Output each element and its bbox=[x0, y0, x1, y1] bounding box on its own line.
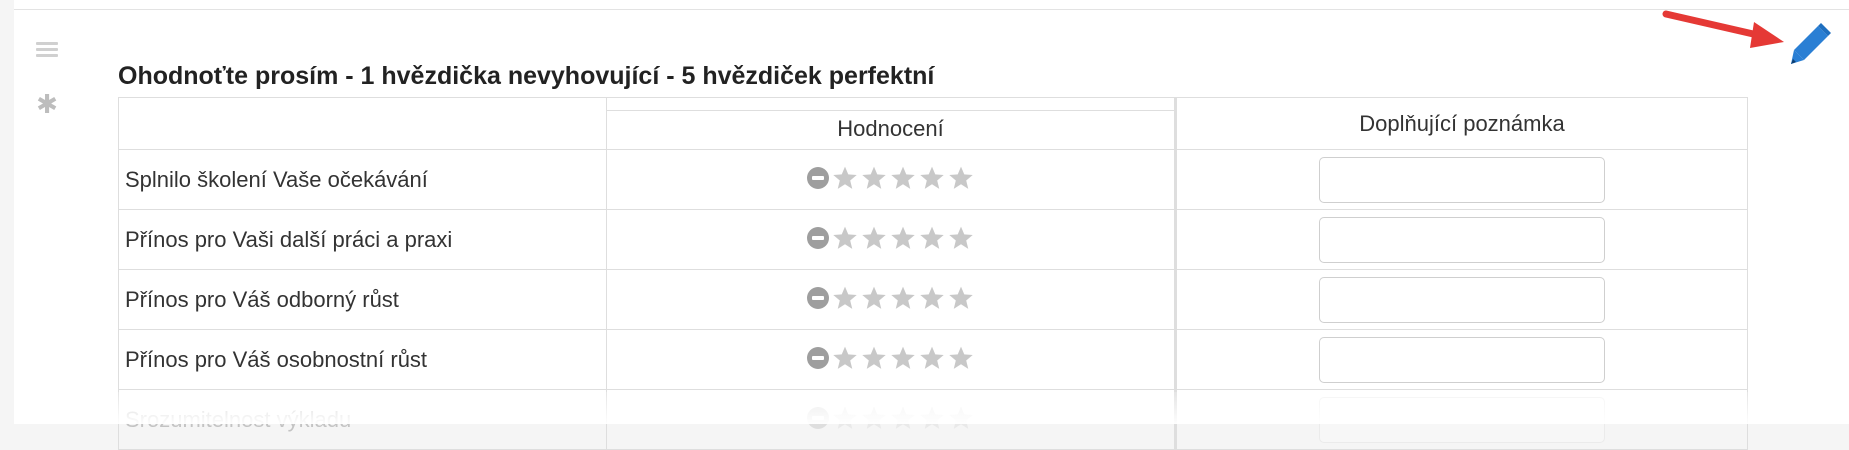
red-arrow-icon bbox=[1662, 10, 1784, 48]
table-row: Přínos pro Váš odborný růst bbox=[118, 269, 1748, 330]
note-cell bbox=[1175, 209, 1748, 270]
table-row: Přínos pro Vaši další práci a praxi bbox=[118, 209, 1748, 270]
table-row: Splnilo školení Vaše očekávání bbox=[118, 149, 1748, 210]
table-header-row: Hodnocení Doplňující poznámka bbox=[118, 97, 1748, 150]
minus-circle-icon[interactable] bbox=[807, 347, 829, 369]
star-icon[interactable] bbox=[919, 165, 945, 191]
minus-circle-icon[interactable] bbox=[807, 227, 829, 249]
drag-handle-icon[interactable] bbox=[36, 42, 58, 58]
rating-cell bbox=[606, 389, 1177, 450]
header-rating: Hodnocení bbox=[837, 116, 944, 141]
header-rating-cell: Hodnocení bbox=[606, 97, 1177, 150]
star-icon[interactable] bbox=[948, 405, 974, 431]
star-icon[interactable] bbox=[832, 345, 858, 371]
star-icon[interactable] bbox=[948, 345, 974, 371]
note-cell bbox=[1175, 269, 1748, 330]
row-label: Přínos pro Váš osobnostní růst bbox=[118, 329, 607, 390]
star-icon[interactable] bbox=[861, 225, 887, 251]
note-input[interactable] bbox=[1319, 276, 1605, 323]
row-label: Splnilo školení Vaše očekávání bbox=[118, 149, 607, 210]
rating-cell bbox=[606, 149, 1177, 210]
star-icon[interactable] bbox=[890, 285, 916, 311]
note-cell bbox=[1175, 329, 1748, 390]
note-input[interactable] bbox=[1319, 336, 1605, 383]
star-icon[interactable] bbox=[948, 285, 974, 311]
note-cell bbox=[1175, 149, 1748, 210]
star-rating[interactable] bbox=[807, 225, 974, 251]
star-icon[interactable] bbox=[861, 345, 887, 371]
star-icon[interactable] bbox=[890, 345, 916, 371]
minus-circle-icon[interactable] bbox=[807, 287, 829, 309]
asterisk-icon: ✱ bbox=[36, 90, 58, 120]
star-icon[interactable] bbox=[890, 225, 916, 251]
star-icon[interactable] bbox=[861, 285, 887, 311]
star-icon[interactable] bbox=[861, 165, 887, 191]
pencil-icon[interactable] bbox=[1788, 22, 1832, 66]
star-icon[interactable] bbox=[919, 405, 945, 431]
header-note: Doplňující poznámka bbox=[1175, 97, 1748, 150]
star-rating[interactable] bbox=[807, 165, 974, 191]
star-icon[interactable] bbox=[919, 345, 945, 371]
row-label: Přínos pro Vaši další práci a praxi bbox=[118, 209, 607, 270]
star-icon[interactable] bbox=[832, 405, 858, 431]
star-rating[interactable] bbox=[807, 285, 974, 311]
star-rating[interactable] bbox=[807, 345, 974, 371]
star-icon[interactable] bbox=[832, 285, 858, 311]
note-input[interactable] bbox=[1319, 216, 1605, 263]
star-icon[interactable] bbox=[832, 225, 858, 251]
star-icon[interactable] bbox=[890, 165, 916, 191]
rating-cell bbox=[606, 209, 1177, 270]
note-input[interactable] bbox=[1319, 156, 1605, 203]
rating-cell bbox=[606, 329, 1177, 390]
star-icon[interactable] bbox=[919, 285, 945, 311]
question-panel: ✱ Ohodnoťte prosím - 1 hvězdička nevyhov… bbox=[14, 0, 1849, 450]
rating-table: Hodnocení Doplňující poznámka Splnilo šk… bbox=[118, 97, 1748, 450]
minus-circle-icon[interactable] bbox=[807, 167, 829, 189]
header-empty-cell bbox=[118, 97, 607, 150]
minus-circle-icon[interactable] bbox=[807, 407, 829, 429]
top-divider bbox=[14, 0, 1849, 10]
question-title: Ohodnoťte prosím - 1 hvězdička nevyhovuj… bbox=[118, 62, 935, 90]
star-icon[interactable] bbox=[890, 405, 916, 431]
row-label: Srozumitelnost výkladu bbox=[118, 389, 607, 450]
star-icon[interactable] bbox=[919, 225, 945, 251]
row-label: Přínos pro Váš odborný růst bbox=[118, 269, 607, 330]
note-cell bbox=[1175, 389, 1748, 450]
star-icon[interactable] bbox=[832, 165, 858, 191]
note-input[interactable] bbox=[1319, 396, 1605, 443]
star-rating[interactable] bbox=[807, 405, 974, 431]
table-row: Srozumitelnost výkladu bbox=[118, 389, 1748, 450]
star-icon[interactable] bbox=[948, 225, 974, 251]
star-icon[interactable] bbox=[861, 405, 887, 431]
star-icon[interactable] bbox=[948, 165, 974, 191]
table-row: Přínos pro Váš osobnostní růst bbox=[118, 329, 1748, 390]
rating-cell bbox=[606, 269, 1177, 330]
